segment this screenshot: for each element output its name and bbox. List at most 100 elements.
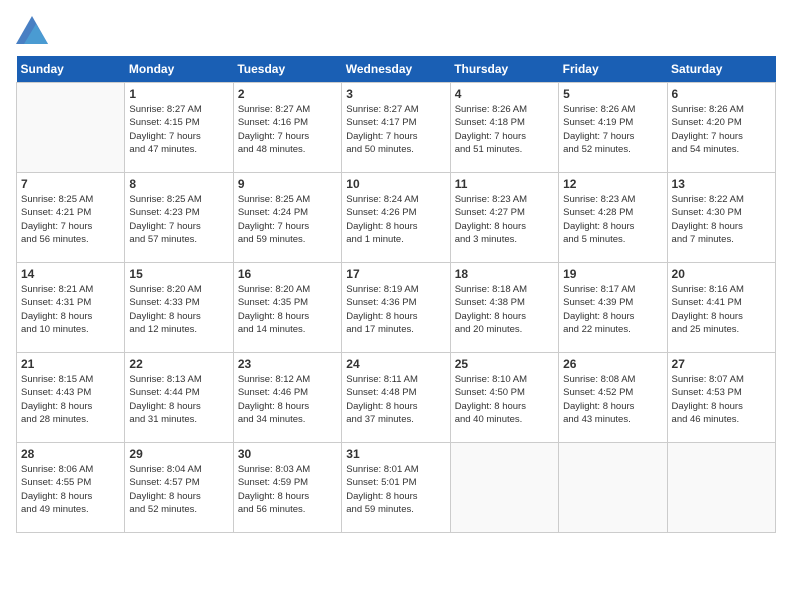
calendar-header-row: SundayMondayTuesdayWednesdayThursdayFrid… <box>17 56 776 83</box>
calendar-day-cell: 23 Sunrise: 8:12 AM Sunset: 4:46 PM Dayli… <box>233 353 341 443</box>
day-number: 25 <box>455 357 554 371</box>
calendar-day-cell: 18Sunrise: 8:18 AM Sunset: 4:38 PM Dayli… <box>450 263 558 353</box>
calendar-day-cell <box>450 443 558 533</box>
day-number: 19 <box>563 267 662 281</box>
day-number: 14 <box>21 267 120 281</box>
day-info: Sunrise: 8:26 AM Sunset: 4:20 PM Dayligh… <box>672 103 771 156</box>
calendar-day-cell: 29 Sunrise: 8:04 AM Sunset: 4:57 PM Dayli… <box>125 443 233 533</box>
calendar-day-cell: 31 Sunrise: 8:01 AM Sunset: 5:01 PM Dayli… <box>342 443 450 533</box>
day-number: 2 <box>238 87 337 101</box>
page-header <box>16 16 776 44</box>
day-info: Sunrise: 8:10 AM Sunset: 4:50 PM Dayligh… <box>455 373 554 426</box>
day-number: 26 <box>563 357 662 371</box>
day-number: 13 <box>672 177 771 191</box>
calendar-day-cell: 8 Sunrise: 8:25 AM Sunset: 4:23 PM Daylig… <box>125 173 233 263</box>
day-info: Sunrise: 8:15 AM Sunset: 4:43 PM Dayligh… <box>21 373 120 426</box>
day-number: 12 <box>563 177 662 191</box>
day-info: Sunrise: 8:25 AM Sunset: 4:21 PM Dayligh… <box>21 193 120 246</box>
day-number: 7 <box>21 177 120 191</box>
calendar-week-row: 28 Sunrise: 8:06 AM Sunset: 4:55 PM Dayli… <box>17 443 776 533</box>
calendar-day-cell: 15 Sunrise: 8:20 AM Sunset: 4:33 PM Dayli… <box>125 263 233 353</box>
day-info: Sunrise: 8:01 AM Sunset: 5:01 PM Dayligh… <box>346 463 445 516</box>
calendar-day-cell: 30Sunrise: 8:03 AM Sunset: 4:59 PM Dayli… <box>233 443 341 533</box>
day-of-week-header: Tuesday <box>233 56 341 83</box>
day-info: Sunrise: 8:12 AM Sunset: 4:46 PM Dayligh… <box>238 373 337 426</box>
calendar-day-cell: 21 Sunrise: 8:15 AM Sunset: 4:43 PM Dayli… <box>17 353 125 443</box>
day-number: 31 <box>346 447 445 461</box>
day-number: 3 <box>346 87 445 101</box>
day-info: Sunrise: 8:08 AM Sunset: 4:52 PM Dayligh… <box>563 373 662 426</box>
calendar-day-cell: 20 Sunrise: 8:16 AM Sunset: 4:41 PM Dayli… <box>667 263 775 353</box>
day-of-week-header: Wednesday <box>342 56 450 83</box>
day-info: Sunrise: 8:13 AM Sunset: 4:44 PM Dayligh… <box>129 373 228 426</box>
calendar-day-cell: 9Sunrise: 8:25 AM Sunset: 4:24 PM Daylig… <box>233 173 341 263</box>
day-number: 15 <box>129 267 228 281</box>
calendar-day-cell: 4Sunrise: 8:26 AM Sunset: 4:18 PM Daylig… <box>450 83 558 173</box>
day-info: Sunrise: 8:11 AM Sunset: 4:48 PM Dayligh… <box>346 373 445 426</box>
day-number: 22 <box>129 357 228 371</box>
day-number: 17 <box>346 267 445 281</box>
day-number: 10 <box>346 177 445 191</box>
calendar-day-cell: 14Sunrise: 8:21 AM Sunset: 4:31 PM Dayli… <box>17 263 125 353</box>
day-of-week-header: Saturday <box>667 56 775 83</box>
day-of-week-header: Thursday <box>450 56 558 83</box>
calendar-day-cell: 5 Sunrise: 8:26 AM Sunset: 4:19 PM Daylig… <box>559 83 667 173</box>
calendar-day-cell: 16 Sunrise: 8:20 AM Sunset: 4:35 PM Dayli… <box>233 263 341 353</box>
calendar-day-cell <box>559 443 667 533</box>
calendar-day-cell <box>17 83 125 173</box>
calendar-day-cell: 28 Sunrise: 8:06 AM Sunset: 4:55 PM Dayli… <box>17 443 125 533</box>
calendar-day-cell: 12 Sunrise: 8:23 AM Sunset: 4:28 PM Dayli… <box>559 173 667 263</box>
day-number: 11 <box>455 177 554 191</box>
day-info: Sunrise: 8:27 AM Sunset: 4:17 PM Dayligh… <box>346 103 445 156</box>
day-number: 21 <box>21 357 120 371</box>
calendar-day-cell: 17 Sunrise: 8:19 AM Sunset: 4:36 PM Dayli… <box>342 263 450 353</box>
day-info: Sunrise: 8:20 AM Sunset: 4:35 PM Dayligh… <box>238 283 337 336</box>
calendar-day-cell: 26 Sunrise: 8:08 AM Sunset: 4:52 PM Dayli… <box>559 353 667 443</box>
logo <box>16 16 52 44</box>
calendar-day-cell: 13 Sunrise: 8:22 AM Sunset: 4:30 PM Dayli… <box>667 173 775 263</box>
calendar-day-cell: 25 Sunrise: 8:10 AM Sunset: 4:50 PM Dayli… <box>450 353 558 443</box>
day-info: Sunrise: 8:25 AM Sunset: 4:23 PM Dayligh… <box>129 193 228 246</box>
day-info: Sunrise: 8:22 AM Sunset: 4:30 PM Dayligh… <box>672 193 771 246</box>
calendar-day-cell: 22 Sunrise: 8:13 AM Sunset: 4:44 PM Dayli… <box>125 353 233 443</box>
day-number: 16 <box>238 267 337 281</box>
day-number: 6 <box>672 87 771 101</box>
day-info: Sunrise: 8:04 AM Sunset: 4:57 PM Dayligh… <box>129 463 228 516</box>
calendar-day-cell: 1Sunrise: 8:27 AM Sunset: 4:15 PM Daylig… <box>125 83 233 173</box>
calendar-day-cell: 24Sunrise: 8:11 AM Sunset: 4:48 PM Dayli… <box>342 353 450 443</box>
day-info: Sunrise: 8:23 AM Sunset: 4:27 PM Dayligh… <box>455 193 554 246</box>
calendar-day-cell: 7 Sunrise: 8:25 AM Sunset: 4:21 PM Daylig… <box>17 173 125 263</box>
day-info: Sunrise: 8:26 AM Sunset: 4:19 PM Dayligh… <box>563 103 662 156</box>
day-info: Sunrise: 8:07 AM Sunset: 4:53 PM Dayligh… <box>672 373 771 426</box>
day-info: Sunrise: 8:03 AM Sunset: 4:59 PM Dayligh… <box>238 463 337 516</box>
calendar-week-row: 7 Sunrise: 8:25 AM Sunset: 4:21 PM Daylig… <box>17 173 776 263</box>
calendar-day-cell <box>667 443 775 533</box>
calendar-week-row: 14Sunrise: 8:21 AM Sunset: 4:31 PM Dayli… <box>17 263 776 353</box>
day-info: Sunrise: 8:19 AM Sunset: 4:36 PM Dayligh… <box>346 283 445 336</box>
day-number: 20 <box>672 267 771 281</box>
calendar-table: SundayMondayTuesdayWednesdayThursdayFrid… <box>16 56 776 533</box>
day-info: Sunrise: 8:20 AM Sunset: 4:33 PM Dayligh… <box>129 283 228 336</box>
day-info: Sunrise: 8:06 AM Sunset: 4:55 PM Dayligh… <box>21 463 120 516</box>
calendar-day-cell: 11 Sunrise: 8:23 AM Sunset: 4:27 PM Dayli… <box>450 173 558 263</box>
day-info: Sunrise: 8:24 AM Sunset: 4:26 PM Dayligh… <box>346 193 445 246</box>
day-info: Sunrise: 8:23 AM Sunset: 4:28 PM Dayligh… <box>563 193 662 246</box>
calendar-day-cell: 2Sunrise: 8:27 AM Sunset: 4:16 PM Daylig… <box>233 83 341 173</box>
day-number: 8 <box>129 177 228 191</box>
day-number: 18 <box>455 267 554 281</box>
calendar-day-cell: 10 Sunrise: 8:24 AM Sunset: 4:26 PM Dayli… <box>342 173 450 263</box>
day-of-week-header: Sunday <box>17 56 125 83</box>
day-number: 5 <box>563 87 662 101</box>
day-number: 27 <box>672 357 771 371</box>
day-of-week-header: Monday <box>125 56 233 83</box>
day-number: 1 <box>129 87 228 101</box>
day-number: 9 <box>238 177 337 191</box>
calendar-week-row: 1Sunrise: 8:27 AM Sunset: 4:15 PM Daylig… <box>17 83 776 173</box>
calendar-day-cell: 6 Sunrise: 8:26 AM Sunset: 4:20 PM Daylig… <box>667 83 775 173</box>
calendar-week-row: 21 Sunrise: 8:15 AM Sunset: 4:43 PM Dayli… <box>17 353 776 443</box>
day-number: 29 <box>129 447 228 461</box>
day-number: 28 <box>21 447 120 461</box>
day-info: Sunrise: 8:16 AM Sunset: 4:41 PM Dayligh… <box>672 283 771 336</box>
day-number: 23 <box>238 357 337 371</box>
day-info: Sunrise: 8:26 AM Sunset: 4:18 PM Dayligh… <box>455 103 554 156</box>
